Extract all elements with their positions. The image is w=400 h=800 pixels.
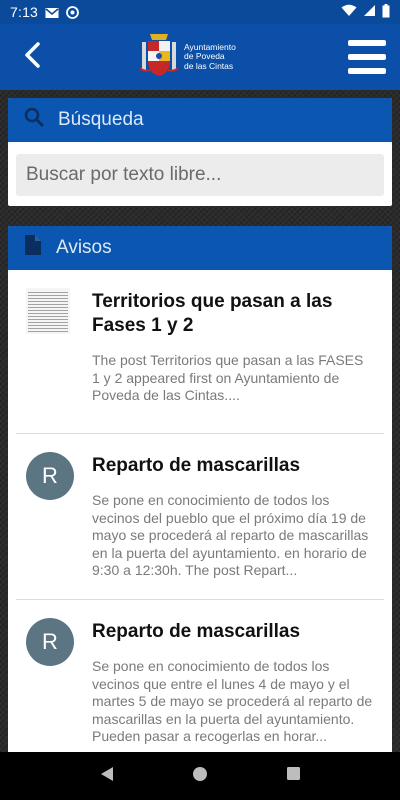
avisos-header-title: Avisos [56,237,112,258]
hamburger-menu-icon [348,40,386,46]
post-title: Reparto de mascarillas [92,455,301,476]
search-input[interactable] [16,154,384,196]
list-item[interactable]: R Reparto de mascarillas Se pone en cono… [16,434,384,600]
avisos-header: Avisos [8,226,392,270]
status-time: 7:13 [10,4,39,20]
sync-icon [66,6,80,19]
status-bar: 7:13 [0,0,400,24]
avatar: R [26,452,74,500]
post-thumbnail: R [26,452,76,599]
post-title: Territorios que pasan a las Fases 1 y 2 [92,291,333,336]
list-item[interactable]: Territorios que pasan a las Fases 1 y 2 … [16,270,384,434]
document-icon [24,234,42,262]
logo-text: Ayuntamiento de Poveda de las Cintas [184,42,236,72]
post-body: Reparto de mascarillas Se pone en conoci… [92,452,384,599]
post-excerpt: The post Territorios que pasan a las FAS… [92,352,364,403]
gmail-icon [45,6,59,18]
post-excerpt: Se pone en conocimiento de todos los vec… [92,492,369,578]
municipality-logo: Ayuntamiento de Poveda de las Cintas [138,32,236,83]
back-arrow-icon [23,41,43,73]
wifi-icon [341,4,357,20]
search-header-title: Búsqueda [58,109,144,130]
coat-of-arms-icon [138,32,180,83]
post-thumbnail: R [26,618,76,756]
search-card: Búsqueda [8,98,392,206]
document-thumbnail-icon [26,288,70,334]
search-header: Búsqueda [8,98,392,142]
back-triangle-icon[interactable] [99,766,115,787]
avatar: R [26,618,74,666]
avisos-card: Avisos Territorios que pasan a las Fases… [8,226,392,756]
hamburger-line [348,54,386,60]
post-body: Reparto de mascarillas Se pone en conoci… [92,618,384,756]
hamburger-line [348,68,386,74]
logo-line-3: de las Cintas [184,60,234,71]
recents-square-icon[interactable] [286,766,301,786]
status-right [341,3,390,21]
post-title: Reparto de mascarillas [92,621,301,642]
list-item[interactable]: R Reparto de mascarillas Se pone en cono… [16,600,384,756]
app-bar: Ayuntamiento de Poveda de las Cintas [0,24,400,90]
system-nav-bar [0,752,400,800]
search-icon [24,107,44,133]
post-body: Territorios que pasan a las Fases 1 y 2 … [92,288,384,433]
home-circle-icon[interactable] [192,766,208,787]
back-button[interactable] [18,41,48,73]
post-thumbnail [26,288,76,433]
post-excerpt: Se pone en conocimiento de todos los vec… [92,658,373,744]
signal-icon [363,4,376,20]
hamburger-menu-button[interactable] [348,40,386,74]
battery-icon [382,3,390,21]
status-left: 7:13 [10,4,80,20]
